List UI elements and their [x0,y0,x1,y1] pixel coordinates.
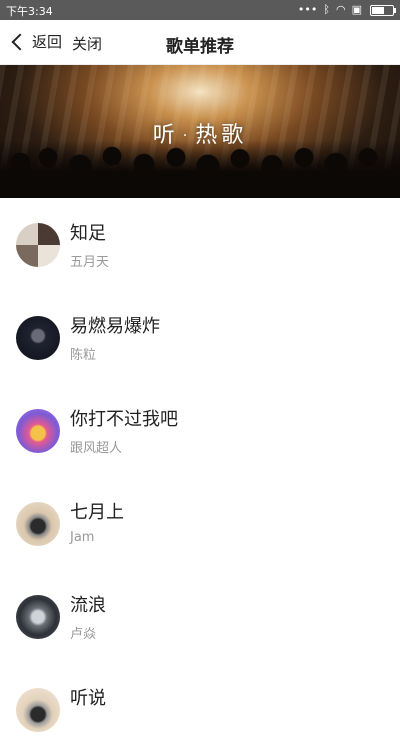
back-button[interactable]: 返回 [11,31,63,52]
song-item[interactable]: 流浪 卢焱 [0,570,400,663]
chevron-left-icon [11,33,29,51]
song-title: 知足 [70,223,106,244]
album-cover [16,595,60,639]
song-item[interactable]: 七月上 Jam [0,477,400,570]
status-icons: ••• ᛒ ◠ ▣ [297,2,396,18]
song-title: 易燃易爆炸 [70,316,160,337]
album-cover [16,409,60,453]
bluetooth-icon: ᛒ [323,3,330,16]
banner-text-right: 热歌 [195,123,248,148]
album-cover [16,688,60,732]
wifi-icon: ◠ [335,3,346,16]
song-list: 知足 五月天 易燃易爆炸 陈粒 你打不过我吧 跟风超人 七月上 Jam 流浪 卢… [0,198,400,756]
album-cover [16,316,60,360]
song-title: 流浪 [70,595,106,616]
close-button[interactable]: 关闭 [72,33,102,54]
song-artist: 卢焱 [70,627,97,642]
song-artist: Jam [70,530,95,545]
banner-title: 听 · 热歌 [0,117,400,149]
song-title: 你打不过我吧 [70,409,178,430]
song-artist: 陈粒 [70,348,97,363]
song-title: 七月上 [70,502,124,523]
song-item[interactable]: 听说 [0,663,400,756]
back-label: 返回 [32,33,63,51]
battery-icon [370,4,396,16]
song-item[interactable]: 你打不过我吧 跟风超人 [0,384,400,477]
song-artist: 跟风超人 [70,441,123,456]
album-cover [16,502,60,546]
status-bar: 下午3:34 ••• ᛒ ◠ ▣ [0,0,400,20]
dots-icon: ••• [297,3,318,16]
status-time: 下午3:34 [6,5,53,18]
song-item[interactable]: 易燃易爆炸 陈粒 [0,291,400,384]
sim-icon: ▣ [351,3,362,16]
song-artist: 五月天 [70,255,110,270]
song-title: 听说 [70,688,106,709]
nav-bar: 返回 关闭 歌单推荐 [0,20,400,65]
playlist-banner[interactable]: 听 · 热歌 [0,65,400,198]
album-cover [16,223,60,267]
banner-dot: · [182,128,192,144]
banner-text-left: 听 [152,123,179,148]
song-item[interactable]: 知足 五月天 [0,198,400,291]
